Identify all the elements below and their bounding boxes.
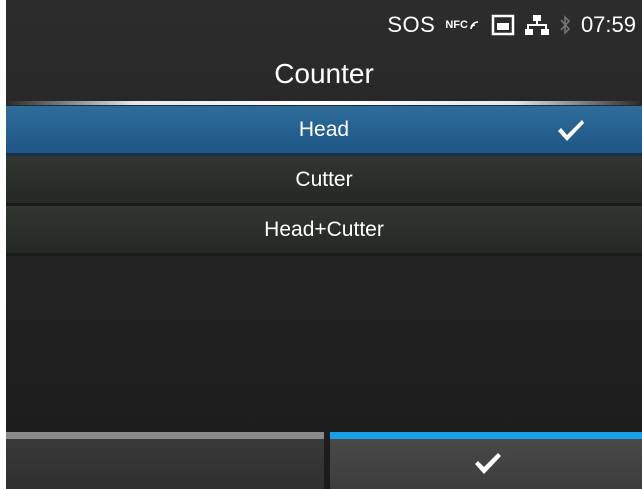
- back-button-bar: [6, 432, 324, 439]
- check-icon: [558, 120, 584, 141]
- bottom-bar: [6, 432, 642, 489]
- clock: 07:59: [580, 12, 636, 37]
- network-icon: [524, 15, 549, 35]
- status-bar: SOS NFC 07:59: [387, 10, 636, 40]
- confirm-button[interactable]: [330, 432, 642, 489]
- title-divider: [6, 101, 642, 105]
- nfc-wave-icon: [470, 21, 479, 30]
- sd-card-icon: [491, 14, 515, 36]
- option-cutter[interactable]: Cutter: [6, 156, 642, 206]
- bluetooth-icon: [560, 15, 571, 35]
- check-icon: [475, 453, 501, 474]
- option-head-cutter[interactable]: Head+Cutter: [6, 206, 642, 256]
- option-label: Head+Cutter: [264, 218, 384, 241]
- nfc-label: NFC: [445, 19, 468, 31]
- confirm-button-bar: [330, 432, 642, 439]
- page-title: Counter: [274, 58, 374, 89]
- printer-screen: SOS NFC 07:59 Counter Head Cutter Head+C…: [6, 0, 642, 489]
- option-list: Head Cutter Head+Cutter: [6, 106, 642, 256]
- option-label: Head: [298, 118, 350, 141]
- option-head[interactable]: Head: [6, 106, 642, 156]
- back-button[interactable]: [6, 432, 324, 489]
- sos-indicator: SOS: [387, 12, 436, 37]
- nfc-icon: NFC: [445, 19, 481, 31]
- option-label: Cutter: [295, 168, 353, 191]
